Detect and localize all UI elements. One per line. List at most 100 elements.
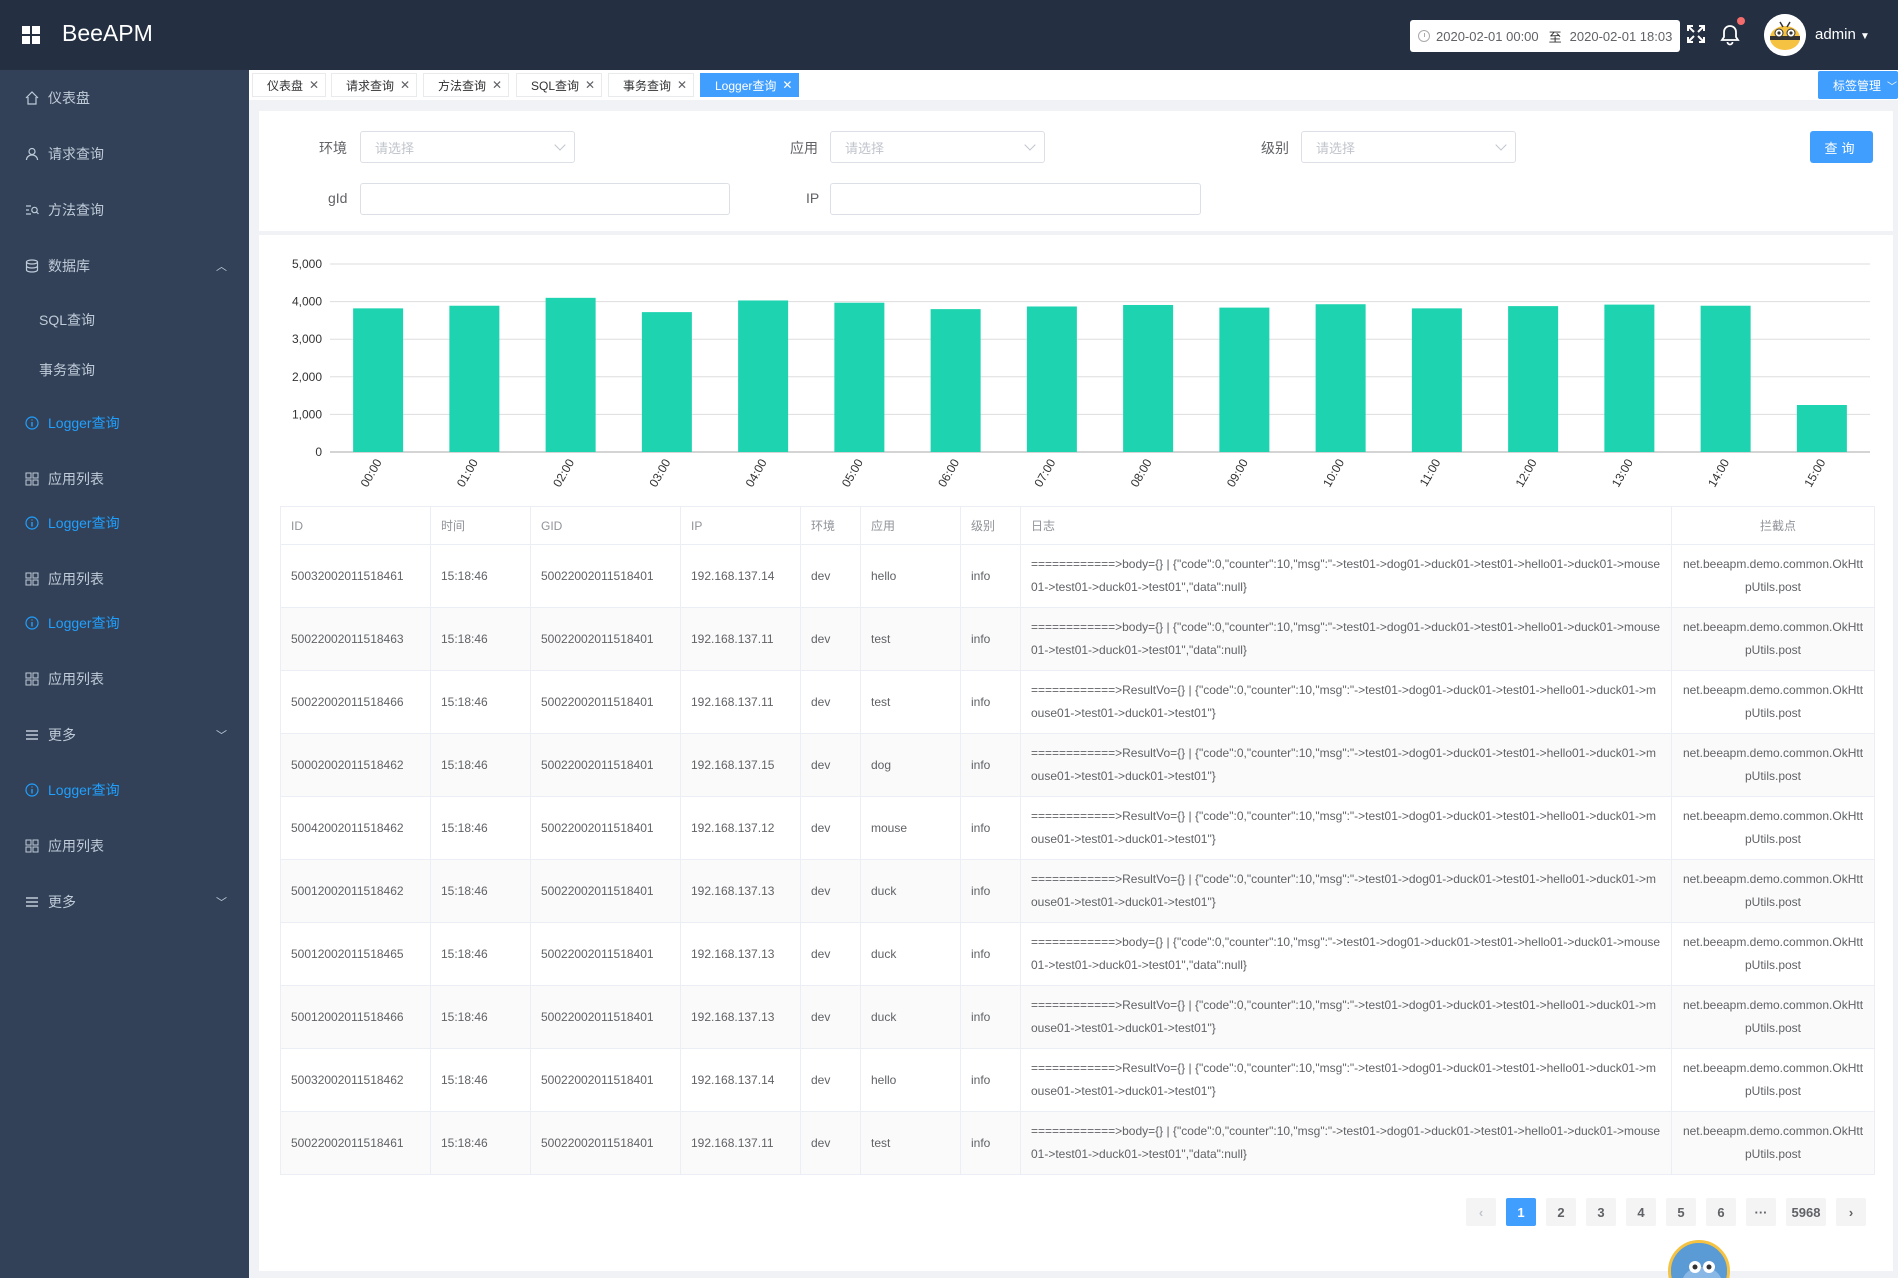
next-page-button[interactable]: › (1836, 1198, 1866, 1226)
table-cell: 192.168.137.11 (680, 670, 801, 734)
table-row[interactable]: 50042002011518462 15:18:46 500220020115184… (280, 796, 1875, 860)
gid-input[interactable] (360, 183, 730, 215)
table-row[interactable]: 50012002011518462 15:18:46 500220020115184… (280, 859, 1875, 923)
tag-manager-dropdown[interactable]: 标签管理 ﹀ (1818, 71, 1898, 99)
page-button[interactable]: 2 (1546, 1198, 1576, 1226)
sidebar-item-dashboard[interactable]: 仪表盘 (0, 70, 249, 126)
table-row[interactable]: 50022002011518463 15:18:46 500220020115184… (280, 607, 1875, 671)
avatar[interactable] (1764, 14, 1806, 56)
close-icon[interactable]: ✕ (585, 78, 595, 92)
bar[interactable] (641, 312, 692, 452)
tag-label[interactable]: 仪表盘 (267, 77, 303, 94)
bar[interactable] (738, 300, 789, 452)
tag-dashboard[interactable]: 仪表盘 ✕ (252, 73, 327, 97)
bar[interactable] (930, 309, 981, 452)
tag-method-query[interactable]: 方法查询 ✕ (423, 73, 510, 97)
sidebar-item-label: 更多 (48, 727, 76, 743)
tag-label[interactable]: Logger查询 (715, 77, 776, 94)
page-button[interactable]: 6 (1706, 1198, 1736, 1226)
sidebar-item-sql-query[interactable]: SQL查询 (0, 292, 249, 348)
bar[interactable] (1508, 306, 1559, 452)
close-icon[interactable]: ✕ (492, 78, 502, 92)
page-button[interactable]: 5 (1666, 1198, 1696, 1226)
table-row[interactable]: 50032002011518461 15:18:46 500220020115184… (280, 544, 1875, 608)
sidebar-item-database[interactable]: 数据库 ︿ (0, 238, 249, 294)
sidebar-item-more[interactable]: 更多 ﹀ (0, 707, 249, 763)
table-cell: 15:18:46 (430, 670, 531, 734)
tag-transaction-query[interactable]: 事务查询 ✕ (608, 73, 695, 97)
bar[interactable] (1604, 304, 1655, 452)
username-label[interactable]: admin (1815, 26, 1856, 43)
close-icon[interactable]: ✕ (677, 78, 687, 92)
prev-page-button[interactable]: ‹ (1466, 1198, 1496, 1226)
ip-input[interactable] (830, 183, 1201, 215)
page-button[interactable]: 4 (1626, 1198, 1656, 1226)
table-row[interactable]: 50032002011518462 15:18:46 500220020115184… (280, 1048, 1875, 1112)
sidebar-item-logger-query[interactable]: Logger查询 (0, 762, 249, 818)
table-cell: info (960, 544, 1021, 608)
app-select[interactable]: 请选择 (830, 131, 1045, 163)
bar[interactable] (1411, 308, 1462, 452)
more-pages-button[interactable]: ··· (1746, 1198, 1776, 1226)
table-cell: ============>body={} | {"code":0,"counte… (1020, 544, 1672, 608)
date-start[interactable]: 2020-02-01 00:00 (1436, 29, 1539, 44)
close-icon[interactable]: ✕ (400, 78, 410, 92)
username[interactable]: admin ▼ (1815, 26, 1870, 43)
sidebar-item-method-query[interactable]: 方法查询 (0, 182, 249, 238)
tag-label[interactable]: SQL查询 (531, 77, 579, 94)
sidebar-item-app-list[interactable]: 应用列表 (0, 651, 249, 707)
date-end[interactable]: 2020-02-01 18:03 (1570, 29, 1673, 44)
page-button[interactable]: 3 (1586, 1198, 1616, 1226)
table-cell: 192.168.137.13 (680, 859, 801, 923)
bar[interactable] (1796, 405, 1847, 452)
bell-icon[interactable] (1720, 24, 1740, 50)
grid-menu-icon[interactable] (22, 26, 40, 44)
table-row[interactable]: 50022002011518461 15:18:46 500220020115184… (280, 1111, 1875, 1175)
bar[interactable] (353, 308, 404, 452)
sidebar-item-transaction-query[interactable]: 事务查询 (0, 342, 249, 398)
page-button[interactable]: 1 (1506, 1198, 1536, 1226)
tag-sql-query[interactable]: SQL查询 ✕ (516, 73, 603, 97)
sidebar-item-request-query[interactable]: 请求查询 (0, 126, 249, 182)
bar[interactable] (545, 297, 596, 452)
bar[interactable] (1123, 304, 1174, 452)
last-page-button[interactable]: 5968 (1786, 1198, 1826, 1226)
table-cell: mouse (860, 796, 961, 860)
sidebar-item-more[interactable]: 更多 ﹀ (0, 874, 249, 930)
query-button[interactable]: 查询 (1810, 131, 1873, 163)
tag-request-query[interactable]: 请求查询 ✕ (331, 73, 418, 97)
bar[interactable] (1700, 305, 1751, 452)
sidebar-item-logger-query[interactable]: Logger查询 (0, 395, 249, 451)
level-select[interactable]: 请选择 (1301, 131, 1516, 163)
date-range-picker[interactable]: 2020-02-01 00:00 至 2020-02-01 18:03 (1410, 20, 1680, 52)
sidebar-item-app-list[interactable]: 应用列表 (0, 818, 249, 874)
app-label: 应用 (790, 140, 818, 156)
tag-logger-query[interactable]: Logger查询 ✕ (700, 73, 800, 97)
bar[interactable] (1219, 307, 1270, 452)
bar[interactable] (449, 305, 500, 452)
chevron-down-icon[interactable]: ﹀ (1887, 78, 1897, 93)
table-cell: info (960, 607, 1021, 671)
tag-manager-label[interactable]: 标签管理 (1833, 77, 1881, 94)
table-row[interactable]: 50002002011518462 15:18:46 500220020115184… (280, 733, 1875, 797)
env-select[interactable]: 请选择 (360, 131, 575, 163)
table-cell: test (860, 1111, 961, 1175)
tag-label[interactable]: 事务查询 (623, 77, 671, 94)
tag-label[interactable]: 请求查询 (346, 77, 394, 94)
bar[interactable] (1026, 306, 1077, 452)
bar[interactable] (1315, 304, 1366, 452)
table-row[interactable]: 50012002011518465 15:18:46 500220020115184… (280, 922, 1875, 986)
fullscreen-icon[interactable] (1686, 24, 1706, 48)
close-icon[interactable]: ✕ (782, 78, 792, 92)
info-icon (24, 415, 40, 431)
table-cell: net.beeapm.demo.common.OkHttpUtils.post (1671, 985, 1875, 1049)
table-cell: test (860, 607, 961, 671)
bar[interactable] (834, 302, 885, 452)
tag-label[interactable]: 方法查询 (438, 77, 486, 94)
table-row[interactable]: 50022002011518466 15:18:46 500220020115184… (280, 670, 1875, 734)
sidebar-item-logger-query[interactable]: Logger查询 (0, 495, 249, 551)
caret-down-icon[interactable]: ▼ (1860, 31, 1870, 42)
sidebar-item-logger-query[interactable]: Logger查询 (0, 595, 249, 651)
table-row[interactable]: 50012002011518466 15:18:46 500220020115184… (280, 985, 1875, 1049)
close-icon[interactable]: ✕ (309, 78, 319, 92)
